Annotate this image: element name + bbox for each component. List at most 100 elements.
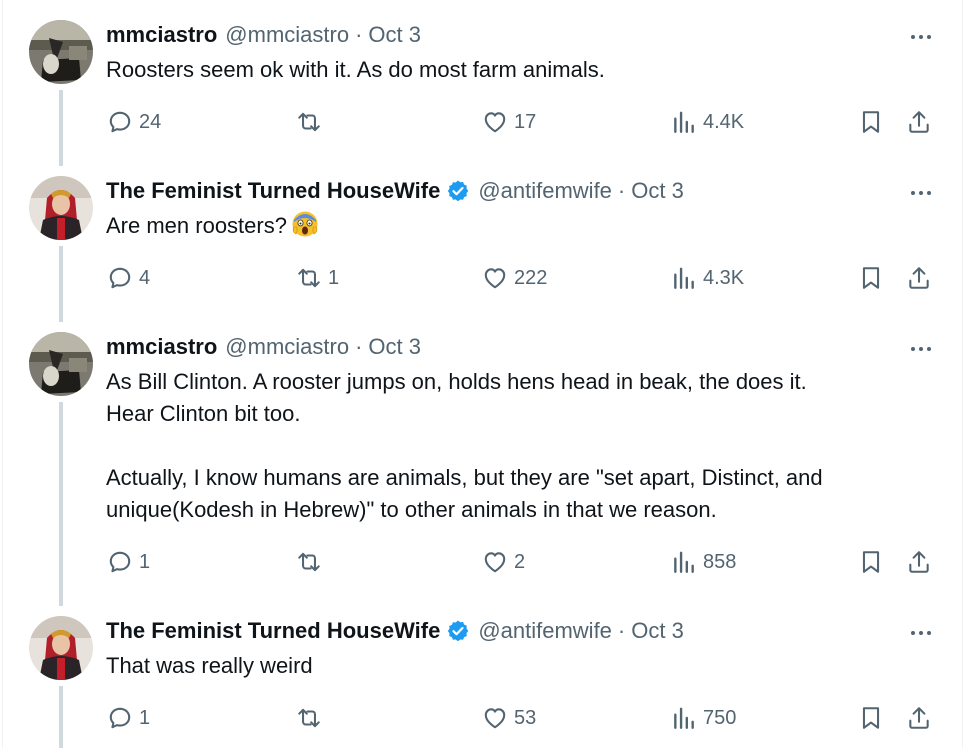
views-button[interactable]: 750 (671, 700, 736, 736)
separator: · (617, 618, 626, 643)
bookmark-button[interactable] (858, 104, 884, 140)
handle[interactable]: @mmciastro (225, 334, 349, 360)
retweet-icon (298, 708, 320, 728)
tweet-text: As Bill Clinton. A rooster jumps on, hol… (106, 366, 936, 526)
timestamp[interactable]: Oct 3 (631, 618, 684, 644)
verified-badge-icon (446, 619, 470, 643)
tweet[interactable]: The Feminist Turned HouseWife @antifemwi… (0, 596, 974, 748)
action-bar: 1 53 750 (0, 700, 974, 736)
share-button[interactable] (906, 700, 932, 736)
reply-icon (109, 267, 131, 289)
tweet-header: mmciastro @mmciastro · Oct 3 (106, 20, 421, 50)
like-button[interactable]: 222 (482, 260, 547, 296)
handle[interactable]: @antifemwife (478, 618, 612, 644)
reply-count: 1 (139, 706, 151, 729)
more-icon[interactable] (904, 620, 938, 646)
screaming-face-emoji (291, 210, 319, 238)
reply-button[interactable]: 1 (107, 544, 150, 580)
reply-count: 4 (139, 266, 151, 289)
views-button[interactable]: 4.4K (671, 104, 744, 140)
reply-count: 24 (139, 110, 162, 133)
action-bar: 4 1 222 4.3K (0, 260, 974, 296)
separator: · (617, 178, 626, 203)
avatar[interactable] (29, 332, 93, 396)
bookmark-icon (862, 111, 880, 133)
share-button[interactable] (906, 104, 932, 140)
reply-button[interactable]: 24 (107, 104, 161, 140)
reply-count: 1 (139, 550, 151, 573)
tweet-text-line: unique(Kodesh in Hebrew)" to other anima… (106, 497, 717, 522)
like-icon (484, 112, 506, 133)
bookmark-button[interactable] (858, 260, 884, 296)
tweet-header: The Feminist Turned HouseWife @antifemwi… (106, 176, 684, 206)
view-count: 858 (703, 550, 737, 573)
tweet-header: The Feminist Turned HouseWife @antifemwi… (106, 616, 684, 646)
action-bar: 24 17 4.4K (0, 104, 974, 140)
action-bar: 1 2 858 (0, 544, 974, 580)
like-count: 17 (514, 110, 537, 133)
tweet-text-line: Hear Clinton bit too. (106, 401, 301, 426)
like-count: 222 (514, 266, 548, 289)
separator: · (355, 334, 363, 359)
more-icon[interactable] (904, 336, 938, 362)
tweet[interactable]: mmciastro @mmciastro · Oct 3 As Bill Cli… (0, 312, 974, 606)
tweet[interactable]: mmciastro @mmciastro · Oct 3 Roosters se… (0, 0, 974, 166)
reply-icon (109, 111, 131, 133)
share-button[interactable] (906, 260, 932, 296)
view-count: 4.4K (703, 110, 745, 133)
bookmark-icon (862, 551, 880, 573)
timestamp[interactable]: Oct 3 (368, 22, 421, 48)
view-count: 750 (703, 706, 737, 729)
retweet-button[interactable] (296, 544, 328, 580)
handle[interactable]: @mmciastro (225, 22, 349, 48)
views-icon (674, 707, 694, 729)
tweet-text-line: Actually, I know humans are animals, but… (106, 465, 823, 490)
like-icon (484, 552, 506, 573)
share-icon (909, 551, 929, 573)
like-count: 2 (514, 550, 526, 573)
like-count: 53 (514, 706, 537, 729)
share-icon (909, 111, 929, 133)
views-icon (674, 267, 694, 289)
avatar[interactable] (29, 616, 93, 680)
views-icon (674, 111, 694, 133)
views-button[interactable]: 4.3K (671, 260, 744, 296)
display-name[interactable]: mmciastro (106, 334, 217, 360)
retweet-button[interactable] (296, 700, 328, 736)
reply-button[interactable]: 4 (107, 260, 150, 296)
display-name[interactable]: The Feminist Turned HouseWife (106, 178, 440, 204)
like-button[interactable]: 17 (482, 104, 536, 140)
tweet-text-line: That was really weird (106, 653, 313, 678)
share-icon (909, 707, 929, 729)
reply-icon (109, 707, 131, 729)
retweet-icon (298, 112, 320, 132)
timestamp[interactable]: Oct 3 (368, 334, 421, 360)
bookmark-button[interactable] (858, 700, 884, 736)
tweet-text-line: Are men roosters? (106, 213, 287, 238)
retweet-button[interactable]: 1 (296, 260, 339, 296)
share-icon (909, 267, 929, 289)
retweet-icon (298, 268, 320, 288)
timestamp[interactable]: Oct 3 (631, 178, 684, 204)
bookmark-icon (862, 267, 880, 289)
separator: · (355, 22, 363, 47)
retweet-button[interactable] (296, 104, 328, 140)
like-button[interactable]: 2 (482, 544, 525, 580)
handle[interactable]: @antifemwife (478, 178, 612, 204)
avatar[interactable] (29, 20, 93, 84)
like-button[interactable]: 53 (482, 700, 536, 736)
display-name[interactable]: mmciastro (106, 22, 217, 48)
conversation-thread: mmciastro @mmciastro · Oct 3 Roosters se… (0, 0, 974, 748)
avatar[interactable] (29, 176, 93, 240)
like-icon (484, 708, 506, 729)
share-button[interactable] (906, 544, 932, 580)
display-name[interactable]: The Feminist Turned HouseWife (106, 618, 440, 644)
bookmark-button[interactable] (858, 544, 884, 580)
more-icon[interactable] (904, 180, 938, 206)
tweet[interactable]: The Feminist Turned HouseWife @antifemwi… (0, 156, 974, 322)
retweet-icon (298, 552, 320, 572)
tweet-text: Are men roosters? (106, 210, 936, 242)
reply-button[interactable]: 1 (107, 700, 150, 736)
views-button[interactable]: 858 (671, 544, 736, 580)
more-icon[interactable] (904, 24, 938, 50)
